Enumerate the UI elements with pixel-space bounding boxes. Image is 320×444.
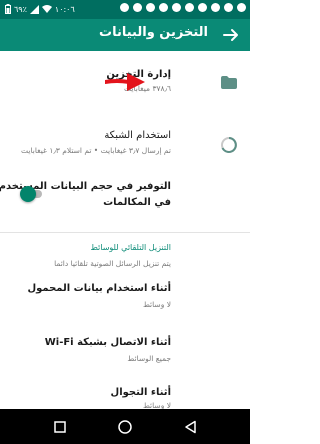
divider xyxy=(0,232,250,233)
back-icon[interactable] xyxy=(180,417,200,437)
auto-download-roaming-title: أثناء التجوال xyxy=(110,387,171,398)
notification-icon xyxy=(211,3,220,12)
auto-download-roaming-value: لا وسائط xyxy=(142,401,171,409)
data-usage-icon xyxy=(221,137,237,153)
navigation-bar xyxy=(0,409,250,444)
wifi-icon xyxy=(41,5,52,13)
network-title: استخدام الشبكة xyxy=(104,130,171,141)
app-bar: التخزين والبيانات xyxy=(0,19,250,51)
notification-icon xyxy=(133,3,142,12)
auto-download-wifi-value: جميع الوسائط xyxy=(127,354,171,363)
notification-icon xyxy=(224,3,233,12)
low-data-title-line2: في المكالمات xyxy=(103,197,171,208)
auto-download-mobile-value: لا وسائط xyxy=(142,300,171,309)
notification-icon xyxy=(146,3,155,12)
auto-download-header: التنزيل التلقائي للوسائط xyxy=(90,243,171,252)
signal-icon xyxy=(29,4,39,14)
low-data-calls-item[interactable]: التوفير في حجم البيانات المستخدم في المك… xyxy=(0,177,250,221)
auto-download-roaming-item[interactable]: أثناء التجوال لا وسائط xyxy=(0,381,250,409)
folder-icon xyxy=(221,76,237,89)
auto-download-mobile-title: أثناء استخدام بيانات المحمول xyxy=(27,283,171,294)
home-icon[interactable] xyxy=(115,417,135,437)
low-data-toggle[interactable] xyxy=(20,185,42,203)
annotation-arrow-icon xyxy=(105,73,145,91)
notification-icon xyxy=(237,3,246,12)
notification-icon xyxy=(198,3,207,12)
auto-download-wifi-item[interactable]: أثناء الاتصال بشبكة Wi-Fi جميع الوسائط xyxy=(0,331,250,373)
network-usage-item[interactable]: استخدام الشبكة تم إرسال ٣٫٧ غيغابايت • ت… xyxy=(0,125,250,167)
battery-icon xyxy=(5,4,11,14)
recents-icon[interactable] xyxy=(50,417,70,437)
status-bar-left: ٦٩٪ ١٠:٠٦ xyxy=(5,4,75,14)
settings-list: إدارة التخزين ٣٧٨٫٦ ميغابايت استخدام الش… xyxy=(0,51,250,409)
status-bar: ٦٩٪ ١٠:٠٦ xyxy=(0,0,250,19)
notification-icon xyxy=(185,3,194,12)
auto-download-note: يتم تنزيل الرسائل الصوتية تلقائيا دائما xyxy=(54,259,171,268)
battery-percent: ٦٩٪ xyxy=(14,4,27,14)
arrow-right-icon[interactable] xyxy=(222,26,240,44)
notification-icon xyxy=(120,3,129,12)
clock: ١٠:٠٦ xyxy=(54,4,75,14)
page-title: التخزين والبيانات xyxy=(99,25,208,40)
auto-download-mobile-item[interactable]: أثناء استخدام بيانات المحمول لا وسائط xyxy=(0,277,250,319)
notification-icon xyxy=(159,3,168,12)
toggle-knob xyxy=(20,186,36,202)
status-bar-notifications xyxy=(120,3,246,12)
network-stats: تم إرسال ٣٫٧ غيغابايت • تم استلام ١٫٣ غي… xyxy=(21,146,171,155)
notification-icon xyxy=(172,3,181,12)
auto-download-wifi-title: أثناء الاتصال بشبكة Wi-Fi xyxy=(44,337,171,348)
